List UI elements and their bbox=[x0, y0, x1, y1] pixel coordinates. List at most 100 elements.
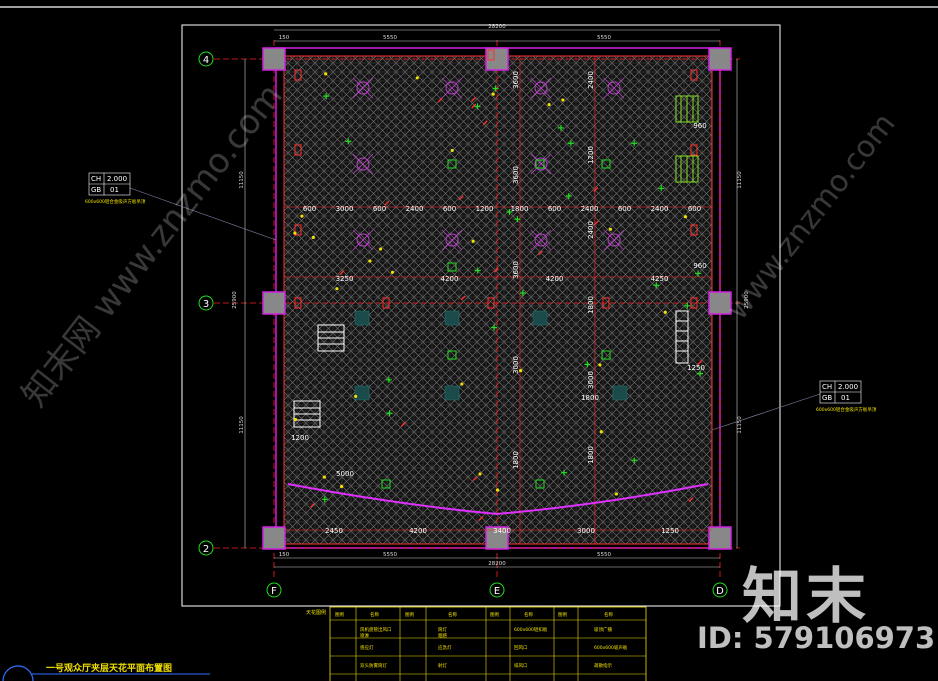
downlight-symbol bbox=[311, 235, 315, 240]
downlight-symbol bbox=[379, 247, 383, 251]
downlight-symbol bbox=[415, 76, 419, 80]
dim-text-small: 1250 bbox=[687, 364, 705, 372]
dim-side-left-upper: 11150 bbox=[239, 171, 245, 189]
dim-text-vertical: 3600 bbox=[512, 261, 520, 279]
legend-table: 天花图例 图例 名称 图例 名称 图例 名称 图例 名称风机盘管出风口 筒灯 600x600铝扣板… bbox=[306, 606, 647, 681]
legend-item-label: 600x600吸声板 bbox=[594, 644, 628, 651]
dim-text-row-a: 600 bbox=[688, 205, 701, 213]
legend-item-label: 喷淋 bbox=[360, 632, 369, 639]
access-panel-symbol bbox=[444, 385, 460, 401]
downlight-symbol bbox=[354, 394, 358, 398]
access-panel-symbol bbox=[612, 385, 628, 401]
dim-text-vertical: 3600 bbox=[512, 166, 520, 184]
dim-text-small: 5000 bbox=[336, 470, 354, 478]
dim-side-left-total: 25900 bbox=[232, 291, 238, 309]
downlight-symbol bbox=[450, 148, 454, 153]
legend-caption: 天花图例 bbox=[306, 609, 326, 616]
axis-label-row-3: 3 bbox=[203, 299, 209, 310]
dim-half-left-bottom: 5550 bbox=[383, 552, 397, 558]
dim-edge-bottom-left: 150 bbox=[279, 552, 290, 558]
dim-text-row-b: 4250 bbox=[651, 275, 669, 283]
dim-text-bottom: 4200 bbox=[409, 527, 427, 535]
downlight-symbol bbox=[368, 259, 372, 263]
dim-text-small: 960 bbox=[693, 122, 706, 130]
dim-text-vertical: 1200 bbox=[587, 146, 595, 164]
dim-text-small: 960 bbox=[693, 262, 706, 270]
axis-label-row-2: 2 bbox=[203, 544, 209, 555]
legend-header: 图例 bbox=[490, 611, 499, 618]
access-panel-symbol bbox=[354, 385, 370, 401]
downlight-symbol bbox=[491, 92, 495, 96]
dim-text-row-a: 2400 bbox=[406, 205, 424, 213]
dim-text-vertical: 1800 bbox=[587, 296, 595, 314]
dim-text-vertical: 1800 bbox=[512, 451, 520, 469]
callout-left-gs-val: 01 bbox=[110, 186, 119, 194]
legend-header: 名称 bbox=[448, 611, 457, 618]
legend-cells: 图例 名称 图例 名称 图例 名称 图例 名称风机盘管出风口 筒灯 600x600铝扣板 吸顶广播喷… bbox=[335, 611, 628, 681]
access-panel-symbol bbox=[444, 310, 460, 326]
downlight-symbol bbox=[599, 430, 603, 434]
dim-half-right-top: 5550 bbox=[597, 35, 611, 41]
dim-text-vertical: 3000 bbox=[587, 371, 595, 389]
access-panel-symbol bbox=[354, 310, 370, 326]
callout-right-gs-val: 01 bbox=[841, 394, 850, 402]
downlight-symbol bbox=[460, 382, 464, 386]
dim-text-bottom: 1250 bbox=[661, 527, 679, 535]
downlight-symbol bbox=[293, 417, 298, 422]
legend-item-label: 疏散指示 bbox=[594, 662, 612, 669]
dim-text-vertical: 2400 bbox=[587, 221, 595, 239]
legend-header: 图例 bbox=[558, 611, 567, 618]
downlight-symbol bbox=[300, 214, 304, 218]
legend-header: 图例 bbox=[405, 611, 414, 618]
dim-side-right-lower: 11150 bbox=[737, 416, 743, 434]
title-block: 一号观众厅夹层天花平面布置图 bbox=[2, 662, 210, 681]
axis-label-col-f: F bbox=[271, 586, 277, 597]
dim-side-left-lower: 11150 bbox=[239, 416, 245, 434]
dim-text-row-b: 3250 bbox=[336, 275, 354, 283]
downlight-symbol bbox=[663, 310, 667, 314]
legend-item-label: 感应灯 bbox=[360, 644, 374, 651]
legend-item-label: 排风口 bbox=[514, 662, 528, 669]
callout-left-note: 600x600铝合金吸声方板吊顶 bbox=[85, 198, 146, 205]
downlight-symbol bbox=[324, 72, 328, 76]
downlight-symbol bbox=[471, 239, 475, 243]
drawing-title: 一号观众厅夹层天花平面布置图 bbox=[46, 662, 172, 674]
dim-text-vertical: 3000 bbox=[512, 356, 520, 374]
dim-text-small: 1200 bbox=[291, 434, 309, 442]
dim-text-vertical: 3600 bbox=[512, 71, 520, 89]
dim-text-row-a: 600 bbox=[443, 205, 456, 213]
downlight-symbol bbox=[495, 488, 500, 492]
downlight-symbol bbox=[608, 227, 613, 231]
downlight-symbol bbox=[390, 270, 395, 274]
legend-header: 名称 bbox=[370, 611, 379, 618]
dim-text-row-a: 2400 bbox=[651, 205, 669, 213]
axis-label-col-e: E bbox=[494, 586, 500, 597]
dim-text-row-a: 600 bbox=[303, 205, 316, 213]
legend-header: 名称 bbox=[524, 611, 533, 618]
dim-text-bottom: 3000 bbox=[577, 527, 595, 535]
dim-text-row-b: 4200 bbox=[546, 275, 564, 283]
downlight-symbol bbox=[335, 287, 339, 291]
dim-side-right-upper: 11150 bbox=[737, 171, 743, 189]
legend-item-label: 双头防雾筒灯 bbox=[360, 662, 387, 669]
legend-item-label: 600x600铝扣板 bbox=[514, 626, 548, 633]
downlight-symbol bbox=[598, 363, 602, 367]
legend-header: 图例 bbox=[335, 611, 344, 618]
downlight-symbol bbox=[683, 215, 688, 219]
legend-item-label: 回风口 bbox=[514, 645, 528, 651]
dim-text-row-a: 2400 bbox=[581, 205, 599, 213]
downlight-symbol bbox=[478, 472, 482, 476]
dim-half-right-bottom: 5550 bbox=[597, 552, 611, 558]
axis-label-row-4: 4 bbox=[203, 55, 209, 66]
callout-right-ch-val: 2.000 bbox=[838, 383, 858, 391]
callout-right-note: 600x600铝合金吸声方板吊顶 bbox=[816, 406, 877, 413]
callout-left-gs: GB bbox=[91, 186, 101, 194]
dim-text-row-a: 600 bbox=[618, 205, 631, 213]
access-panel-symbol bbox=[532, 310, 548, 326]
downlight-symbol bbox=[614, 492, 618, 496]
downlight-symbol bbox=[339, 484, 344, 489]
callout-right-gs: GB bbox=[822, 394, 832, 402]
dim-text-row-a: 600 bbox=[548, 205, 561, 213]
dim-text-vertical: 2400 bbox=[587, 71, 595, 89]
dim-overall-bottom: 28200 bbox=[488, 561, 506, 567]
